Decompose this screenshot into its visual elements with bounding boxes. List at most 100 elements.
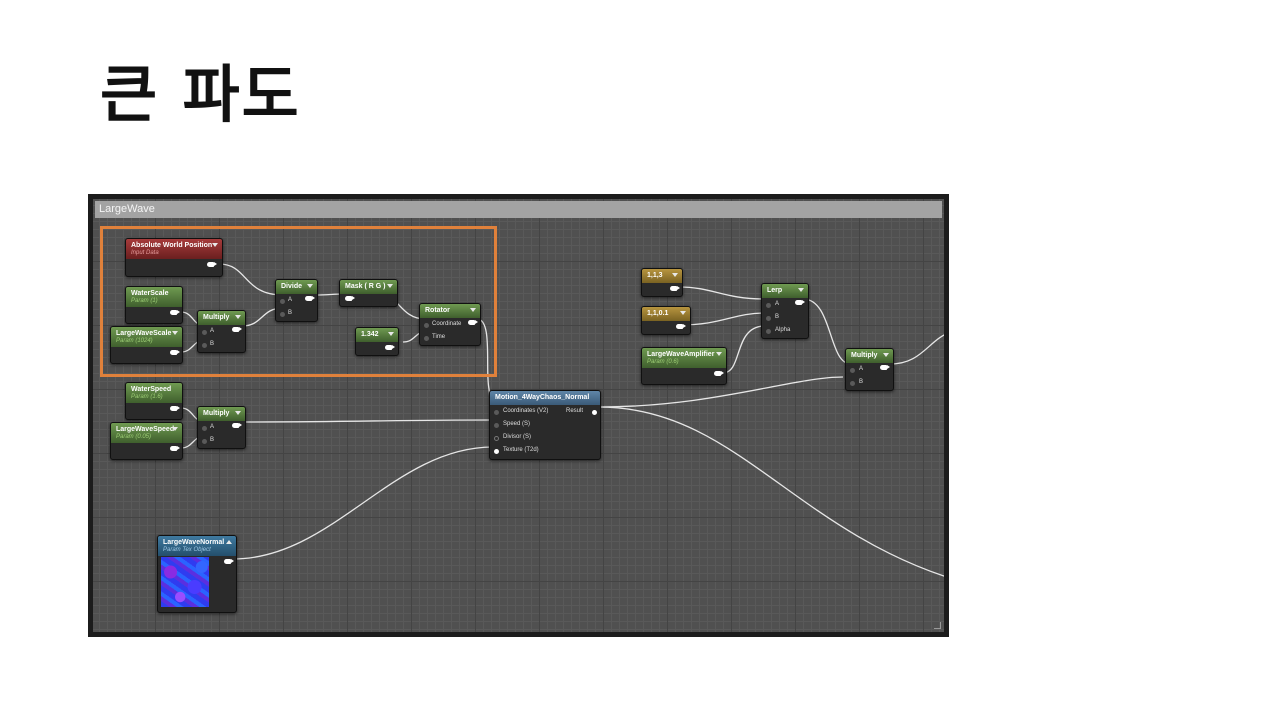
input-pin-a[interactable]: A: [202, 424, 214, 431]
output-pin-result[interactable]: Result: [566, 408, 597, 415]
node-subtitle: Param (1024): [116, 338, 153, 344]
node-water-speed[interactable]: WaterSpeed Param (1.6): [125, 382, 183, 420]
node-title: 1.342: [361, 331, 379, 338]
output-pin[interactable]: [795, 300, 805, 305]
input-pin-a[interactable]: A: [766, 301, 779, 308]
chevron-down-icon[interactable]: [307, 284, 313, 288]
input-pin-divisor[interactable]: Divisor (S): [494, 434, 531, 441]
node-rotator[interactable]: Rotator Coordinate Time: [419, 303, 481, 346]
node-vector-1101[interactable]: 1,1,0.1: [641, 306, 691, 335]
node-title: LargeWaveSpeed: [116, 426, 175, 433]
node-multiply-2[interactable]: Multiply A B: [197, 406, 246, 449]
input-pin-coordinates[interactable]: Coordinates (V2): [494, 408, 548, 415]
output-pin[interactable]: [305, 296, 315, 301]
chevron-down-icon[interactable]: [388, 332, 394, 336]
chevron-down-icon[interactable]: [798, 288, 804, 292]
node-absolute-world-position[interactable]: Absolute World Position Input Data: [125, 238, 223, 277]
chevron-down-icon[interactable]: [212, 243, 218, 247]
input-pin-b[interactable]: B: [766, 314, 779, 321]
comment-title[interactable]: LargeWave: [95, 201, 942, 218]
input-pin-a[interactable]: A: [280, 297, 292, 304]
node-subtitle: Param (0.6): [647, 359, 679, 365]
output-pin[interactable]: [880, 365, 890, 370]
node-title: Mask ( R G ): [345, 283, 386, 290]
node-large-wave-normal[interactable]: LargeWaveNormal Param Tex Object: [157, 535, 237, 613]
output-pin[interactable]: [224, 559, 234, 564]
node-title: WaterSpeed: [131, 386, 172, 393]
node-title: Multiply: [203, 410, 230, 417]
node-title: 1,1,3: [647, 272, 663, 279]
chevron-down-icon[interactable]: [883, 353, 889, 357]
material-graph-canvas[interactable]: LargeWave Absolute World Position Input D…: [93, 199, 944, 632]
output-pin[interactable]: [207, 262, 217, 267]
input-pin-b[interactable]: B: [202, 341, 214, 348]
node-title: 1,1,0.1: [647, 310, 669, 317]
input-pin-a[interactable]: A: [850, 366, 863, 373]
input-pin-b[interactable]: B: [850, 379, 863, 386]
node-large-wave-speed[interactable]: LargeWaveSpeed Param (0.05): [110, 422, 183, 460]
output-pin[interactable]: [385, 345, 395, 350]
node-divide[interactable]: Divide A B: [275, 279, 318, 322]
node-title: Motion_4WayChaos_Normal: [495, 394, 590, 401]
output-pin[interactable]: [170, 310, 180, 315]
node-subtitle: Param (1.6): [131, 394, 163, 400]
input-pin-a[interactable]: A: [202, 328, 214, 335]
node-large-wave-scale[interactable]: LargeWaveScale Param (1024): [110, 326, 183, 364]
node-title: Multiply: [203, 314, 230, 321]
node-title: LargeWaveScale: [116, 330, 172, 337]
wire-multiply-motion-speed: [241, 419, 494, 423]
chevron-up-icon[interactable]: [226, 540, 232, 544]
wire-vec1101-lerp-b: [678, 312, 766, 326]
chevron-down-icon[interactable]: [172, 427, 178, 431]
node-multiply-3[interactable]: Multiply A B: [845, 348, 894, 391]
node-mask[interactable]: Mask ( R G ): [339, 279, 398, 307]
output-pin[interactable]: [468, 320, 478, 325]
resize-handle-icon[interactable]: [934, 622, 941, 629]
node-multiply-1[interactable]: Multiply A B: [197, 310, 246, 353]
output-pin[interactable]: [170, 406, 180, 411]
chevron-down-icon[interactable]: [235, 411, 241, 415]
output-pin[interactable]: [170, 350, 180, 355]
wire-vec113-lerp-a: [678, 286, 766, 300]
chevron-down-icon[interactable]: [716, 352, 722, 356]
wire-normal-motion-texture: [232, 446, 494, 560]
node-title: WaterScale: [131, 290, 169, 297]
input-pin[interactable]: [345, 296, 355, 301]
chevron-down-icon[interactable]: [680, 311, 686, 315]
chevron-down-icon[interactable]: [672, 273, 678, 277]
input-pin-speed[interactable]: Speed (S): [494, 421, 530, 428]
chevron-down-icon[interactable]: [470, 308, 476, 312]
output-pin[interactable]: [232, 423, 242, 428]
input-pin-time[interactable]: Time: [424, 334, 445, 341]
output-pin[interactable]: [714, 371, 724, 376]
input-pin-b[interactable]: B: [202, 437, 214, 444]
output-pin[interactable]: [670, 286, 680, 291]
node-title: Multiply: [851, 352, 878, 359]
node-lerp[interactable]: Lerp A B Alpha: [761, 283, 809, 339]
chevron-down-icon[interactable]: [387, 284, 393, 288]
node-large-wave-amplifier[interactable]: LargeWaveAmplifier Param (0.6): [641, 347, 727, 385]
chevron-down-icon[interactable]: [172, 331, 178, 335]
normal-map-thumbnail: [161, 557, 209, 607]
input-pin-coordinate[interactable]: Coordinate: [424, 321, 461, 328]
input-pin-texture[interactable]: Texture (T2d): [494, 447, 539, 454]
node-title: LargeWaveAmplifier: [647, 351, 715, 358]
wire-motion-offscreen: [598, 406, 944, 577]
node-subtitle: Input Data: [131, 250, 159, 256]
node-vector-113[interactable]: 1,1,3: [641, 268, 683, 297]
chevron-down-icon[interactable]: [235, 315, 241, 319]
output-pin[interactable]: [676, 324, 686, 329]
node-title: Rotator: [425, 307, 450, 314]
wire-lerp-multiply3-a: [802, 298, 852, 365]
slide-title: 큰 파도: [100, 58, 301, 131]
node-water-scale[interactable]: WaterScale Param (1): [125, 286, 183, 324]
node-motion-4way-chaos-normal[interactable]: Motion_4WayChaos_Normal Coordinates (V2)…: [489, 390, 601, 460]
node-constant-1342[interactable]: 1.342: [355, 327, 399, 356]
output-pin[interactable]: [232, 327, 242, 332]
node-subtitle: Param Tex Object: [163, 547, 211, 553]
node-title: Absolute World Position: [131, 242, 213, 249]
input-pin-b[interactable]: B: [280, 310, 292, 317]
node-subtitle: Param (1): [131, 298, 158, 304]
input-pin-alpha[interactable]: Alpha: [766, 327, 790, 334]
output-pin[interactable]: [170, 446, 180, 451]
